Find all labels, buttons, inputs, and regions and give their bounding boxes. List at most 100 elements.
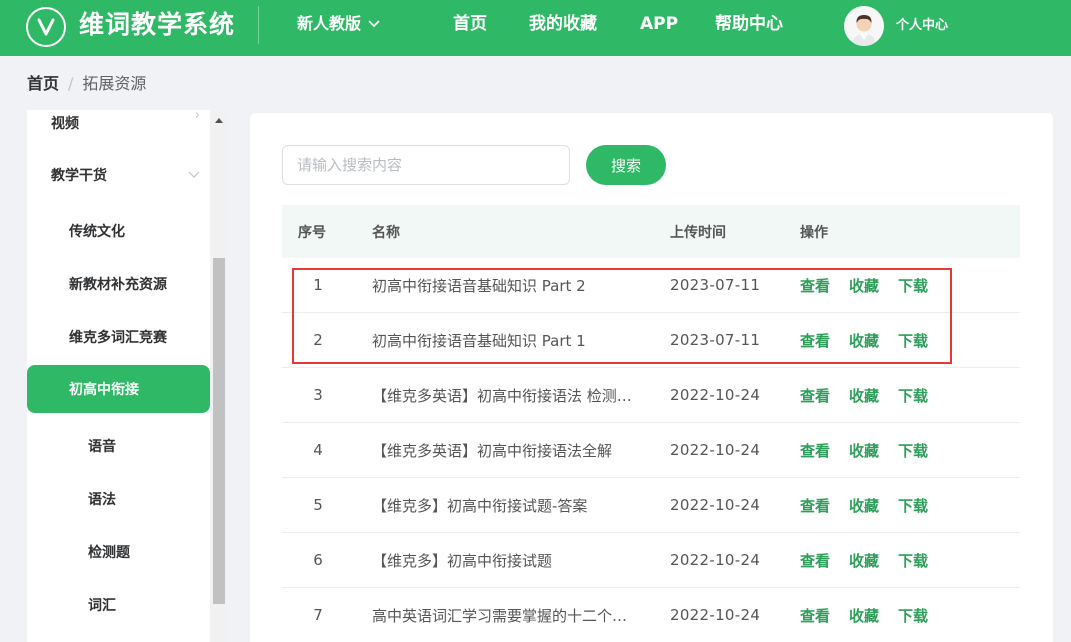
view-button[interactable]: 查看 — [800, 275, 830, 296]
brand-logo-icon[interactable] — [26, 7, 66, 47]
sidebar-item-teaching[interactable]: 教学干货 — [27, 154, 210, 196]
breadcrumb: 首页 / 拓展资源 — [27, 72, 146, 96]
breadcrumb-separator: / — [68, 74, 74, 93]
brand-name[interactable]: 维词教学系统 — [79, 8, 235, 42]
sidebar-item-label: 维克多词汇竞赛 — [69, 330, 167, 346]
download-button[interactable]: 下载 — [898, 440, 928, 461]
breadcrumb-home[interactable]: 首页 — [27, 72, 59, 96]
chevron-down-icon — [188, 171, 200, 178]
row-index: 6 — [313, 551, 323, 569]
header-index: 序号 — [298, 224, 326, 241]
sidebar-item-phonetics[interactable]: 语音 — [27, 425, 210, 467]
view-button[interactable]: 查看 — [800, 440, 830, 461]
user-center-link[interactable]: 个人中心 — [896, 16, 948, 36]
table-body: 1 初高中衔接语音基础知识 Part 2 2023-07-11 查看 收藏 下载 2 初高中衔… — [282, 258, 1020, 642]
header-name: 名称 — [372, 224, 400, 241]
nav-home[interactable]: 首页 — [453, 12, 487, 36]
user-avatar[interactable] — [844, 6, 884, 46]
sidebar-item-junior-senior[interactable]: 初高中衔接 — [27, 365, 210, 413]
row-upload-time: 2022-10-24 — [670, 551, 761, 569]
resource-card: 搜索 序号 名称 上传时间 操作 1 初高中衔接语音基础知识 Part 2 2023… — [250, 113, 1053, 642]
nav-favorites[interactable]: 我的收藏 — [529, 12, 597, 36]
sidebar-item-label: 传统文化 — [69, 224, 125, 240]
scrollbar-thumb[interactable] — [213, 258, 225, 604]
collect-button[interactable]: 收藏 — [849, 550, 879, 571]
sidebar-item-new-textbook[interactable]: 新教材补充资源 — [27, 263, 210, 305]
sidebar-item-label: 词汇 — [88, 598, 116, 614]
sidebar-scrollbar[interactable] — [212, 112, 226, 642]
sidebar-item-label: 检测题 — [88, 545, 130, 561]
row-name: 【维克多英语】初高中衔接语法 检测… — [372, 386, 632, 405]
table-header: 序号 名称 上传时间 操作 — [282, 205, 1020, 258]
header-upload-time: 上传时间 — [670, 224, 726, 241]
sidebar-menu: 视频 › 教学干货 传统文化 新教材补充资源 维克多词汇竞赛 初高中衔接 语音 … — [27, 110, 210, 642]
download-button[interactable]: 下载 — [898, 550, 928, 571]
nav-help-center[interactable]: 帮助中心 — [715, 12, 783, 36]
table-row: 3 【维克多英语】初高中衔接语法 检测… 2022-10-24 查看 收藏 下载 — [282, 368, 1020, 423]
collect-button[interactable]: 收藏 — [849, 440, 879, 461]
view-button[interactable]: 查看 — [800, 385, 830, 406]
collect-button[interactable]: 收藏 — [849, 495, 879, 516]
sidebar-item-vocabulary[interactable]: 词汇 — [27, 584, 210, 626]
sidebar-item-traditional[interactable]: 传统文化 — [27, 210, 210, 252]
table-row: 7 高中英语词汇学习需要掌握的十二个… 2022-10-24 查看 收藏 下载 — [282, 588, 1020, 642]
row-index: 7 — [313, 606, 323, 624]
chevron-down-icon — [368, 20, 380, 28]
collect-button[interactable]: 收藏 — [849, 330, 879, 351]
nav-app[interactable]: APP — [640, 12, 678, 36]
table-row: 5 【维克多】初高中衔接试题-答案 2022-10-24 查看 收藏 下载 — [282, 478, 1020, 533]
view-button[interactable]: 查看 — [800, 495, 830, 516]
row-index: 5 — [313, 496, 323, 514]
table-row: 2 初高中衔接语音基础知识 Part 1 2023-07-11 查看 收藏 下载 — [282, 313, 1020, 368]
row-name: 【维克多】初高中衔接试题 — [372, 551, 553, 570]
row-index: 2 — [313, 331, 323, 349]
sidebar-item-label: 语法 — [88, 492, 116, 508]
resource-table: 序号 名称 上传时间 操作 1 初高中衔接语音基础知识 Part 2 2023-07… — [282, 205, 1020, 642]
sidebar-item-label: 初高中衔接 — [69, 382, 139, 398]
row-index: 1 — [313, 276, 323, 294]
row-name: 初高中衔接语音基础知识 Part 1 — [372, 331, 586, 350]
row-upload-time: 2022-10-24 — [670, 606, 761, 624]
table-row: 1 初高中衔接语音基础知识 Part 2 2023-07-11 查看 收藏 下载 — [282, 258, 1020, 313]
edition-label: 新人教版 — [297, 14, 362, 33]
search-input[interactable] — [282, 145, 570, 185]
collect-button[interactable]: 收藏 — [849, 605, 879, 626]
sidebar-item-contest[interactable]: 维克多词汇竞赛 — [27, 316, 210, 358]
row-index: 4 — [313, 441, 323, 459]
row-name: 【维克多】初高中衔接试题-答案 — [372, 496, 588, 515]
view-button[interactable]: 查看 — [800, 550, 830, 571]
header-operations: 操作 — [800, 224, 828, 241]
view-button[interactable]: 查看 — [800, 330, 830, 351]
chevron-right-icon: › — [194, 110, 200, 123]
collect-button[interactable]: 收藏 — [849, 385, 879, 406]
download-button[interactable]: 下载 — [898, 385, 928, 406]
sidebar-item-label: 视频 — [51, 116, 79, 132]
row-name: 初高中衔接语音基础知识 Part 2 — [372, 276, 586, 295]
row-index: 3 — [313, 386, 323, 404]
download-button[interactable]: 下载 — [898, 495, 928, 516]
download-button[interactable]: 下载 — [898, 605, 928, 626]
scroll-up-arrow-icon[interactable] — [215, 118, 223, 123]
view-button[interactable]: 查看 — [800, 605, 830, 626]
sidebar-item-video[interactable]: 视频 › — [27, 110, 210, 144]
download-button[interactable]: 下载 — [898, 275, 928, 296]
row-upload-time: 2023-07-11 — [670, 276, 761, 294]
collect-button[interactable]: 收藏 — [849, 275, 879, 296]
row-upload-time: 2022-10-24 — [670, 441, 761, 459]
breadcrumb-current: 拓展资源 — [82, 74, 147, 93]
row-upload-time: 2023-07-11 — [670, 331, 761, 349]
sidebar-item-grammar[interactable]: 语法 — [27, 478, 210, 520]
edition-dropdown[interactable]: 新人教版 — [297, 13, 381, 35]
top-header: 维词教学系统 新人教版 首页 我的收藏 APP 帮助中心 个人中心 — [0, 0, 1071, 56]
sidebar-item-tests[interactable]: 检测题 — [27, 531, 210, 573]
sidebar-item-label: 新教材补充资源 — [69, 277, 167, 293]
download-button[interactable]: 下载 — [898, 330, 928, 351]
search-button[interactable]: 搜索 — [586, 145, 666, 185]
sidebar-item-label: 教学干货 — [51, 168, 107, 184]
row-name: 高中英语词汇学习需要掌握的十二个… — [372, 606, 628, 625]
table-row: 6 【维克多】初高中衔接试题 2022-10-24 查看 收藏 下载 — [282, 533, 1020, 588]
row-upload-time: 2022-10-24 — [670, 386, 761, 404]
row-name: 【维克多英语】初高中衔接语法全解 — [372, 441, 613, 460]
table-row: 4 【维克多英语】初高中衔接语法全解 2022-10-24 查看 收藏 下载 — [282, 423, 1020, 478]
sidebar-item-label: 语音 — [88, 439, 116, 455]
